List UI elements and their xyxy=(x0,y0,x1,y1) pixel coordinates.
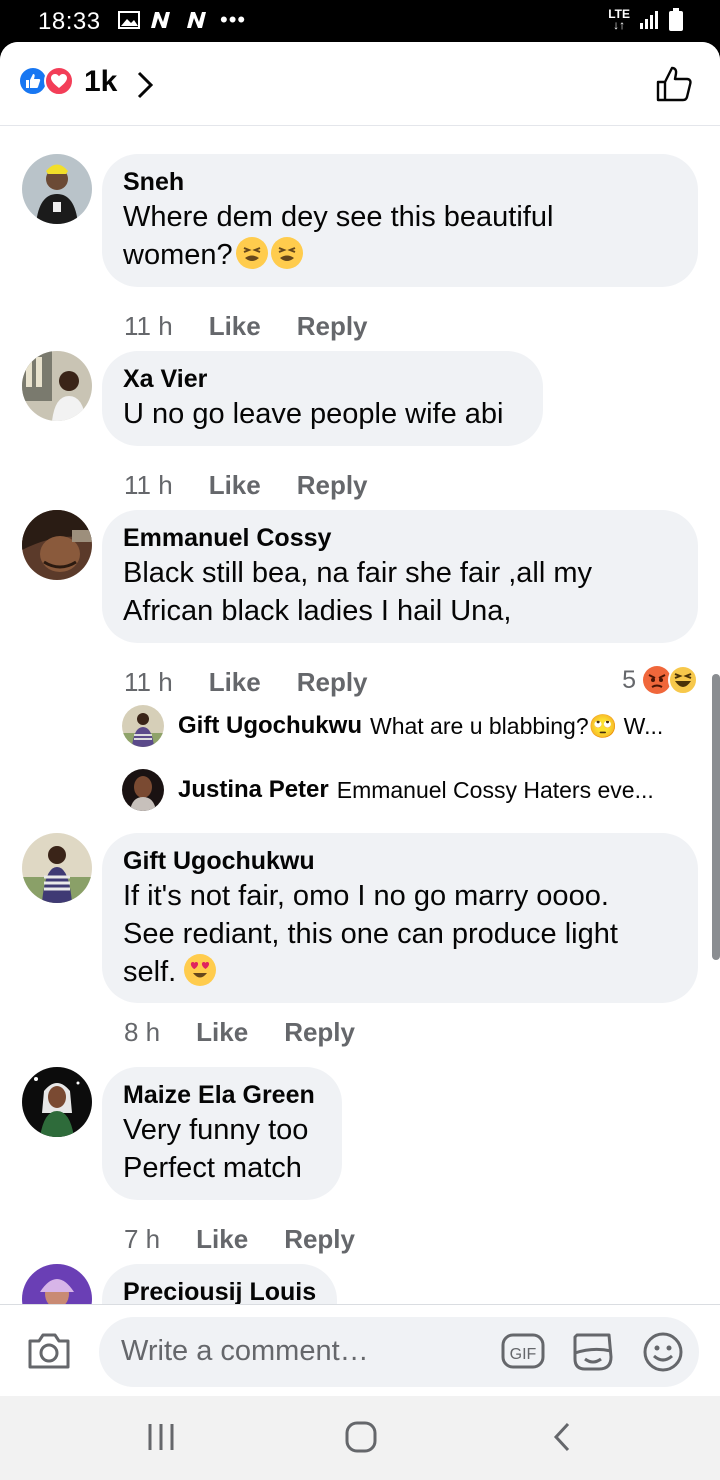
scrollbar[interactable] xyxy=(712,674,720,960)
avatar[interactable] xyxy=(22,351,92,421)
comment-author[interactable]: Emmanuel Cossy xyxy=(123,522,678,554)
reaction-count[interactable]: 1k xyxy=(84,65,117,99)
comment-actions: 11 h Like Reply xyxy=(124,470,368,501)
reply-author[interactable]: Gift Ugochukwu xyxy=(178,712,362,740)
system-icons: LTE ↓↑ xyxy=(608,8,684,32)
avatar[interactable] xyxy=(22,1264,92,1304)
heart-eyes-emoji xyxy=(184,954,217,986)
comment-text: Very funny too Perfect match xyxy=(123,1114,309,1184)
recent-apps-icon[interactable] xyxy=(146,1420,176,1454)
comment-text: U no go leave people wife abi xyxy=(123,398,504,430)
reply-button[interactable]: Reply xyxy=(297,470,368,501)
gif-icon[interactable]: GIF xyxy=(501,1331,545,1371)
reaction-summary-button[interactable] xyxy=(18,66,78,100)
comment-time: 11 h xyxy=(124,470,173,500)
comment-time: 11 h xyxy=(124,311,173,341)
reply-text: Emmanuel Cossy Haters eve... xyxy=(336,776,654,803)
comment-time: 7 h xyxy=(124,1224,161,1254)
reactions-header: 1k xyxy=(0,42,720,126)
avatar[interactable] xyxy=(22,833,92,903)
home-icon[interactable] xyxy=(344,1420,378,1454)
comment-bubble[interactable]: Emmanuel Cossy Black still bea, na fair … xyxy=(102,510,698,643)
reply-button[interactable]: Reply xyxy=(284,1224,355,1255)
battery-icon xyxy=(669,8,683,31)
tired-face-emoji xyxy=(270,237,303,269)
reply-button[interactable]: Reply xyxy=(284,1017,355,1048)
comment-author[interactable]: Maize Ela Green xyxy=(123,1079,322,1111)
status-time: 18:33 xyxy=(38,8,101,35)
comment-text: Black still bea, na fair she fair ,all m… xyxy=(123,557,593,627)
reply-author[interactable]: Justina Peter xyxy=(178,776,329,804)
love-icon xyxy=(44,66,74,96)
comment-time: 11 h xyxy=(124,667,173,697)
comment-reaction-summary[interactable]: 5 xyxy=(622,665,698,695)
like-button[interactable]: Like xyxy=(196,1224,248,1255)
camera-icon[interactable] xyxy=(26,1331,72,1371)
comment-time: 8 h xyxy=(124,1017,161,1047)
back-icon[interactable] xyxy=(550,1420,574,1454)
signal-icon xyxy=(640,11,658,29)
comment-author[interactable]: Xa Vier xyxy=(123,363,523,395)
avatar[interactable] xyxy=(22,154,92,224)
chevron-right-icon[interactable] xyxy=(134,70,156,100)
comment-bubble[interactable]: Xa Vier U no go leave people wife abi xyxy=(102,351,543,446)
status-bar: 18:33 ••• LTE ↓↑ xyxy=(0,0,720,42)
like-button[interactable]: Like xyxy=(209,667,261,698)
reply-text: What are u blabbing?🙄 W... xyxy=(369,712,664,739)
comment-text: If it's not fair, omo I no go marry oooo… xyxy=(123,880,618,988)
reply-preview[interactable]: Justina Peter Emmanuel Cossy Haters eve.… xyxy=(122,769,654,811)
like-button[interactable]: Like xyxy=(209,470,261,501)
comment-composer: GIF xyxy=(0,1304,720,1396)
comment-bubble[interactable]: Maize Ela Green Very funny too Perfect m… xyxy=(102,1067,342,1200)
system-nav-bar xyxy=(0,1396,720,1480)
notification-icons: ••• xyxy=(118,7,247,32)
more-notifications-icon: ••• xyxy=(220,7,247,32)
like-button[interactable]: Like xyxy=(196,1017,248,1048)
comment-input[interactable] xyxy=(121,1329,481,1373)
avatar[interactable] xyxy=(22,510,92,580)
avatar[interactable] xyxy=(22,1067,92,1137)
comment-author[interactable]: Gift Ugochukwu xyxy=(123,845,678,877)
haha-icon xyxy=(668,665,698,695)
comment-list[interactable]: Sneh Where dem dey see this beautiful wo… xyxy=(0,127,720,1304)
comment-text: Where dem dey see this beautiful women? xyxy=(123,201,554,271)
comments-sheet: 1k Sneh Where dem dey see this beautiful… xyxy=(0,42,720,1396)
comment-bubble[interactable]: Gift Ugochukwu If it's not fair, omo I n… xyxy=(102,833,698,1003)
comment-author[interactable]: Sneh xyxy=(123,166,678,198)
comment-bubble[interactable]: Preciousij Louis xyxy=(102,1264,337,1304)
like-button[interactable]: Like xyxy=(209,311,261,342)
comment-input-container: GIF xyxy=(99,1317,699,1387)
app-n-icon xyxy=(151,12,170,28)
avatar[interactable] xyxy=(122,769,164,811)
emoji-icon[interactable] xyxy=(642,1331,684,1373)
comment-actions: 11 h Like Reply xyxy=(124,311,368,342)
svg-text:GIF: GIF xyxy=(510,1346,537,1363)
comment-actions: 8 h Like Reply xyxy=(124,1017,355,1048)
comment-actions: 7 h Like Reply xyxy=(124,1224,355,1255)
reply-button[interactable]: Reply xyxy=(297,667,368,698)
reply-preview[interactable]: Gift Ugochukwu What are u blabbing?🙄 W..… xyxy=(122,705,663,747)
avatar[interactable] xyxy=(122,705,164,747)
app-n-icon-2 xyxy=(187,12,206,28)
comment-bubble[interactable]: Sneh Where dem dey see this beautiful wo… xyxy=(102,154,698,287)
comment-author[interactable]: Preciousij Louis xyxy=(123,1276,317,1304)
reply-button[interactable]: Reply xyxy=(297,311,368,342)
sticker-icon[interactable] xyxy=(571,1331,615,1373)
comment-actions: 11 h Like Reply xyxy=(124,667,368,698)
tired-face-emoji xyxy=(235,237,268,269)
reaction-total: 5 xyxy=(622,665,636,694)
like-outline-icon[interactable] xyxy=(654,64,694,104)
network-type: LTE ↓↑ xyxy=(608,7,630,32)
gallery-icon xyxy=(118,11,140,29)
